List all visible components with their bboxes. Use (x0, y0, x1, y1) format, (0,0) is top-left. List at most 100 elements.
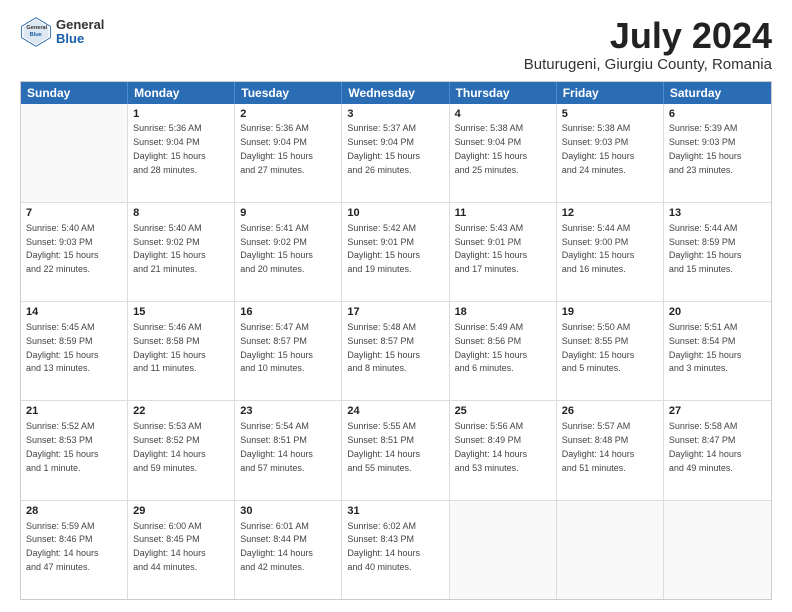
calendar-header-monday: Monday (128, 82, 235, 104)
cell-content: Sunrise: 5:42 AM Sunset: 9:01 PM Dayligh… (347, 223, 420, 274)
day-number: 7 (26, 206, 122, 221)
day-number: 9 (240, 206, 336, 221)
calendar-cell: 18Sunrise: 5:49 AM Sunset: 8:56 PM Dayli… (450, 302, 557, 400)
calendar-header: SundayMondayTuesdayWednesdayThursdayFrid… (21, 82, 771, 104)
day-number: 3 (347, 107, 443, 122)
day-number: 17 (347, 305, 443, 320)
calendar-cell: 8 Sunrise: 5:40 AM Sunset: 9:02 PM Daylig… (128, 203, 235, 301)
month-year: July 2024 (524, 16, 772, 56)
cell-content: Sunrise: 5:38 AM Sunset: 9:04 PM Dayligh… (455, 123, 528, 174)
logo-text: General Blue (56, 18, 104, 47)
cell-content: Sunrise: 5:49 AM Sunset: 8:56 PM Dayligh… (455, 322, 528, 373)
day-number: 1 (133, 107, 229, 122)
cell-content: Sunrise: 5:41 AM Sunset: 9:02 PM Dayligh… (240, 223, 313, 274)
calendar-header-wednesday: Wednesday (342, 82, 449, 104)
page: General Blue General Blue July 2024 Butu… (0, 0, 792, 612)
day-number: 15 (133, 305, 229, 320)
day-number: 5 (562, 107, 658, 122)
svg-text:Blue: Blue (30, 32, 42, 38)
calendar-cell (21, 104, 128, 202)
day-number: 6 (669, 107, 766, 122)
header: General Blue General Blue July 2024 Butu… (20, 16, 772, 73)
calendar-cell: 29Sunrise: 6:00 AM Sunset: 8:45 PM Dayli… (128, 501, 235, 599)
svg-text:General: General (26, 25, 47, 31)
calendar-header-thursday: Thursday (450, 82, 557, 104)
calendar-cell: 6Sunrise: 5:39 AM Sunset: 9:03 PM Daylig… (664, 104, 771, 202)
calendar-cell: 25 Sunrise: 5:56 AM Sunset: 8:49 PM Dayli… (450, 401, 557, 499)
calendar-cell: 31Sunrise: 6:02 AM Sunset: 8:43 PM Dayli… (342, 501, 449, 599)
logo-general: General (56, 18, 104, 32)
calendar-header-friday: Friday (557, 82, 664, 104)
day-number: 20 (669, 305, 766, 320)
day-number: 31 (347, 504, 443, 519)
cell-content: Sunrise: 5:36 AM Sunset: 9:04 PM Dayligh… (240, 123, 313, 174)
calendar-cell (450, 501, 557, 599)
cell-content: Sunrise: 5:51 AM Sunset: 8:54 PM Dayligh… (669, 322, 742, 373)
cell-content: Sunrise: 5:54 AM Sunset: 8:51 PM Dayligh… (240, 421, 313, 472)
calendar-header-saturday: Saturday (664, 82, 771, 104)
day-number: 12 (562, 206, 658, 221)
day-number: 16 (240, 305, 336, 320)
cell-content: Sunrise: 5:46 AM Sunset: 8:58 PM Dayligh… (133, 322, 206, 373)
cell-content: Sunrise: 5:44 AM Sunset: 8:59 PM Dayligh… (669, 223, 742, 274)
day-number: 28 (26, 504, 122, 519)
cell-content: Sunrise: 5:48 AM Sunset: 8:57 PM Dayligh… (347, 322, 420, 373)
calendar-row-2: 14Sunrise: 5:45 AM Sunset: 8:59 PM Dayli… (21, 301, 771, 400)
cell-content: Sunrise: 5:56 AM Sunset: 8:49 PM Dayligh… (455, 421, 528, 472)
cell-content: Sunrise: 5:44 AM Sunset: 9:00 PM Dayligh… (562, 223, 635, 274)
calendar-header-sunday: Sunday (21, 82, 128, 104)
calendar-cell (557, 501, 664, 599)
cell-content: Sunrise: 5:53 AM Sunset: 8:52 PM Dayligh… (133, 421, 206, 472)
calendar-cell: 14Sunrise: 5:45 AM Sunset: 8:59 PM Dayli… (21, 302, 128, 400)
cell-content: Sunrise: 5:47 AM Sunset: 8:57 PM Dayligh… (240, 322, 313, 373)
calendar-cell: 5Sunrise: 5:38 AM Sunset: 9:03 PM Daylig… (557, 104, 664, 202)
calendar-cell: 20 Sunrise: 5:51 AM Sunset: 8:54 PM Dayli… (664, 302, 771, 400)
logo-blue: Blue (56, 32, 104, 46)
cell-content: Sunrise: 5:37 AM Sunset: 9:04 PM Dayligh… (347, 123, 420, 174)
cell-content: Sunrise: 5:43 AM Sunset: 9:01 PM Dayligh… (455, 223, 528, 274)
day-number: 25 (455, 404, 551, 419)
day-number: 13 (669, 206, 766, 221)
calendar-row-0: 1Sunrise: 5:36 AM Sunset: 9:04 PM Daylig… (21, 104, 771, 202)
calendar-cell: 26Sunrise: 5:57 AM Sunset: 8:48 PM Dayli… (557, 401, 664, 499)
logo: General Blue General Blue (20, 16, 104, 48)
calendar-cell: 28 Sunrise: 5:59 AM Sunset: 8:46 PM Dayli… (21, 501, 128, 599)
cell-content: Sunrise: 5:52 AM Sunset: 8:53 PM Dayligh… (26, 421, 99, 472)
location: Buturugeni, Giurgiu County, Romania (524, 56, 772, 73)
calendar-cell: 10Sunrise: 5:42 AM Sunset: 9:01 PM Dayli… (342, 203, 449, 301)
logo-icon: General Blue (20, 16, 52, 48)
day-number: 30 (240, 504, 336, 519)
calendar-cell: 22 Sunrise: 5:53 AM Sunset: 8:52 PM Dayli… (128, 401, 235, 499)
cell-content: Sunrise: 5:39 AM Sunset: 9:03 PM Dayligh… (669, 123, 742, 174)
calendar-cell: 9 Sunrise: 5:41 AM Sunset: 9:02 PM Daylig… (235, 203, 342, 301)
calendar-row-4: 28 Sunrise: 5:59 AM Sunset: 8:46 PM Dayli… (21, 500, 771, 599)
calendar-cell: 3Sunrise: 5:37 AM Sunset: 9:04 PM Daylig… (342, 104, 449, 202)
cell-content: Sunrise: 5:36 AM Sunset: 9:04 PM Dayligh… (133, 123, 206, 174)
calendar-row-3: 21Sunrise: 5:52 AM Sunset: 8:53 PM Dayli… (21, 400, 771, 499)
calendar-cell: 12 Sunrise: 5:44 AM Sunset: 9:00 PM Dayli… (557, 203, 664, 301)
day-number: 22 (133, 404, 229, 419)
cell-content: Sunrise: 5:59 AM Sunset: 8:46 PM Dayligh… (26, 521, 99, 572)
calendar-cell: 27Sunrise: 5:58 AM Sunset: 8:47 PM Dayli… (664, 401, 771, 499)
day-number: 8 (133, 206, 229, 221)
title-block: July 2024 Buturugeni, Giurgiu County, Ro… (524, 16, 772, 73)
calendar-row-1: 7 Sunrise: 5:40 AM Sunset: 9:03 PM Daylig… (21, 202, 771, 301)
calendar-cell: 1Sunrise: 5:36 AM Sunset: 9:04 PM Daylig… (128, 104, 235, 202)
cell-content: Sunrise: 5:57 AM Sunset: 8:48 PM Dayligh… (562, 421, 635, 472)
cell-content: Sunrise: 6:01 AM Sunset: 8:44 PM Dayligh… (240, 521, 313, 572)
calendar-cell: 11Sunrise: 5:43 AM Sunset: 9:01 PM Dayli… (450, 203, 557, 301)
calendar-cell: 17 Sunrise: 5:48 AM Sunset: 8:57 PM Dayli… (342, 302, 449, 400)
calendar-header-tuesday: Tuesday (235, 82, 342, 104)
calendar-body: 1Sunrise: 5:36 AM Sunset: 9:04 PM Daylig… (21, 104, 771, 599)
calendar-cell: 30 Sunrise: 6:01 AM Sunset: 8:44 PM Dayli… (235, 501, 342, 599)
calendar-cell: 4Sunrise: 5:38 AM Sunset: 9:04 PM Daylig… (450, 104, 557, 202)
cell-content: Sunrise: 5:38 AM Sunset: 9:03 PM Dayligh… (562, 123, 635, 174)
day-number: 23 (240, 404, 336, 419)
calendar-cell (664, 501, 771, 599)
cell-content: Sunrise: 5:55 AM Sunset: 8:51 PM Dayligh… (347, 421, 420, 472)
calendar-cell: 19Sunrise: 5:50 AM Sunset: 8:55 PM Dayli… (557, 302, 664, 400)
cell-content: Sunrise: 5:40 AM Sunset: 9:03 PM Dayligh… (26, 223, 99, 274)
cell-content: Sunrise: 5:40 AM Sunset: 9:02 PM Dayligh… (133, 223, 206, 274)
calendar-cell: 7 Sunrise: 5:40 AM Sunset: 9:03 PM Daylig… (21, 203, 128, 301)
calendar-cell: 2Sunrise: 5:36 AM Sunset: 9:04 PM Daylig… (235, 104, 342, 202)
